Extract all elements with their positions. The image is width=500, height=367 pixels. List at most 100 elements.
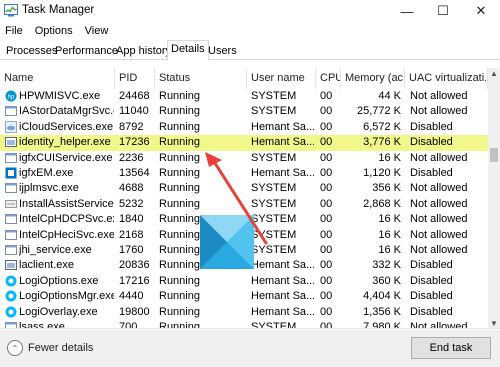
- service-icon: [5, 152, 17, 164]
- cell-pid: 4688: [119, 182, 144, 195]
- cell-pid: 5232: [119, 197, 144, 210]
- cell-memory: 3,776 K: [363, 136, 401, 149]
- cell-uac: Disabled: [410, 167, 453, 179]
- scroll-up-icon[interactable]: ▲: [490, 69, 498, 78]
- cell-cpu: 00: [320, 105, 333, 118]
- cell-name: igfxEM.exe: [19, 167, 74, 179]
- table-row[interactable]: LogiOptions.exe 17216 Running Hemant Sa... 0…: [0, 274, 488, 289]
- cell-uac: Disabled: [410, 136, 453, 149]
- cell-name: iCloudServices.exe: [19, 120, 114, 133]
- table-row[interactable]: lsass.exe 700 Running SYSTEM 00 7,980 K Not al…: [0, 320, 488, 329]
- cell-memory: 44 K: [378, 90, 401, 102]
- logi-icon: [5, 306, 17, 318]
- cell-memory: 2,868 K: [363, 197, 401, 210]
- logi-icon: [5, 275, 17, 287]
- column-header-user-name[interactable]: User name: [247, 68, 316, 89]
- cell-cpu: 00: [320, 244, 333, 256]
- cell-cpu: 00: [320, 259, 333, 272]
- table-row[interactable]: hp HPWMISVC.exe 24468 Running SYSTEM 00 44 K No…: [0, 89, 488, 104]
- cell-user-name: SYSTEM: [251, 244, 297, 256]
- cell-status: Running: [159, 151, 200, 164]
- cell-pid: 1760: [119, 244, 144, 256]
- cell-memory: 16 K: [378, 151, 401, 164]
- details-table: ^ Name PID Status User name CPU Memory (…: [0, 60, 500, 329]
- column-header-uac[interactable]: UAC virtualizati...: [405, 68, 488, 89]
- table-row[interactable]: identity_helper.exe 17236 Running Hemant Sa…: [0, 135, 488, 151]
- table-row[interactable]: igfxCUIService.exe 2236 Running SYSTEM 00 16 …: [0, 151, 488, 166]
- cell-user-name: SYSTEM: [251, 321, 297, 329]
- scrollbar-thumb[interactable]: [490, 148, 498, 162]
- cell-cpu: 00: [320, 321, 333, 329]
- cell-name: HPWMISVC.exe: [19, 90, 101, 102]
- cell-uac: Not allowed: [410, 151, 468, 164]
- cell-cpu: 00: [320, 305, 333, 318]
- column-header-status[interactable]: Status: [155, 68, 247, 89]
- cell-cpu: 00: [320, 213, 333, 226]
- cell-memory: 356 K: [372, 182, 401, 195]
- cell-memory: 16 K: [378, 228, 401, 241]
- logi-icon: [5, 290, 17, 302]
- menu-view[interactable]: View: [79, 23, 115, 40]
- column-header-pid[interactable]: PID: [115, 68, 155, 89]
- cell-cpu: 00: [320, 136, 333, 149]
- cell-uac: Not allowed: [410, 321, 468, 329]
- vertical-scrollbar[interactable]: ▲ ▼: [488, 68, 500, 328]
- table-row[interactable]: ijplmsvc.exe 4688 Running SYSTEM 00 356 K Not …: [0, 181, 488, 196]
- table-row[interactable]: iCloudServices.exe 8792 Running Hemant Sa..…: [0, 120, 488, 135]
- service-icon: [5, 105, 17, 117]
- scroll-down-icon[interactable]: ▼: [490, 319, 498, 328]
- menu-options[interactable]: Options: [29, 23, 79, 40]
- cell-uac: Not allowed: [410, 197, 468, 210]
- table-row[interactable]: IAStorDataMgrSvc.exe 11040 Running SYSTEM 00…: [0, 104, 488, 119]
- windows-logo-icon: [200, 215, 254, 269]
- collapse-chevron-icon[interactable]: ⌃: [7, 340, 23, 356]
- cell-uac: Disabled: [410, 120, 453, 133]
- column-header-memory[interactable]: Memory (ac...: [341, 68, 405, 89]
- cell-memory: 7,980 K: [363, 321, 401, 329]
- tab-details[interactable]: Details: [167, 40, 209, 61]
- cell-cpu: 00: [320, 197, 333, 210]
- cell-uac: Not allowed: [410, 182, 468, 195]
- window-title: Task Manager: [22, 4, 95, 16]
- column-header-cpu[interactable]: CPU: [316, 68, 341, 89]
- cell-user-name: Hemant Sa...: [251, 120, 314, 133]
- app-icon: [5, 259, 17, 271]
- cell-name: ijplmsvc.exe: [19, 182, 79, 195]
- maximize-button[interactable]: ☐: [430, 2, 456, 20]
- cell-user-name: Hemant Sa...: [251, 259, 314, 272]
- cell-user-name: Hemant Sa...: [251, 274, 314, 287]
- cell-uac: Disabled: [410, 290, 453, 303]
- cell-user-name: SYSTEM: [251, 228, 297, 241]
- column-header-name[interactable]: ^ Name: [0, 68, 115, 89]
- cell-uac: Disabled: [410, 259, 453, 272]
- cell-pid: 17236: [119, 136, 150, 149]
- table-row[interactable]: LogiOverlay.exe 19800 Running Hemant Sa... 0…: [0, 305, 488, 320]
- cell-memory: 1,356 K: [363, 305, 401, 318]
- cell-user-name: SYSTEM: [251, 151, 297, 164]
- table-row[interactable]: InstallAssistService.exe 5232 Running SYSTE…: [0, 197, 488, 212]
- cell-uac: Not allowed: [410, 90, 468, 102]
- task-manager-icon: [4, 4, 18, 17]
- close-button[interactable]: ✕: [468, 2, 494, 20]
- cell-name: laclient.exe: [19, 259, 75, 272]
- cell-cpu: 00: [320, 90, 333, 102]
- cell-user-name: SYSTEM: [251, 182, 297, 195]
- sort-ascending-icon: ^: [52, 68, 56, 72]
- cell-memory: 332 K: [372, 259, 401, 272]
- service-icon: [5, 321, 17, 328]
- table-row[interactable]: igfxEM.exe 13564 Running Hemant Sa... 00 1,12…: [0, 166, 488, 181]
- tab-users[interactable]: Users: [204, 42, 241, 60]
- table-row[interactable]: LogiOptionsMgr.exe 4440 Running Hemant Sa..…: [0, 289, 488, 304]
- intel-icon: [5, 167, 17, 179]
- fewer-details-link[interactable]: Fewer details: [28, 342, 93, 354]
- hp-icon: hp: [5, 90, 17, 102]
- cell-status: Running: [159, 274, 200, 287]
- cell-name: IntelCpHeciSvc.exe: [19, 228, 114, 241]
- cell-name: IAStorDataMgrSvc.exe: [19, 105, 114, 118]
- cell-user-name: Hemant Sa...: [251, 305, 314, 318]
- minimize-button[interactable]: —: [394, 2, 420, 20]
- cell-status: Running: [159, 321, 200, 329]
- tab-app-history[interactable]: App history: [112, 42, 175, 60]
- menu-file[interactable]: File: [0, 23, 29, 40]
- end-task-button[interactable]: End task: [411, 337, 491, 359]
